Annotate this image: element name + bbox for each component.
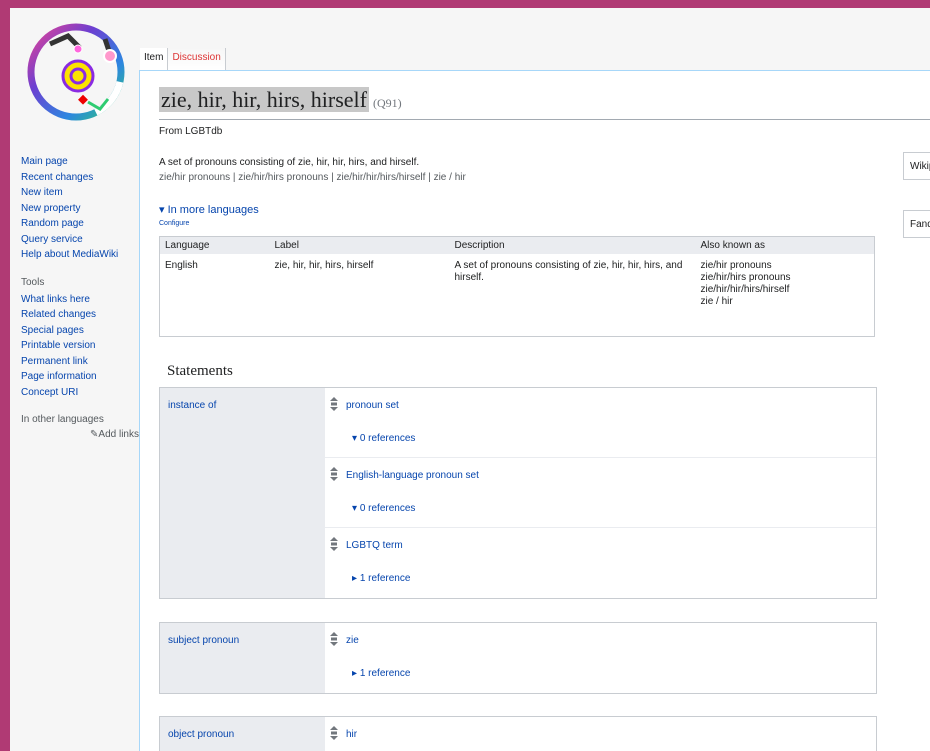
table-row: English zie, hir, hir, hirs, hirself A s… — [160, 254, 875, 336]
sidebar-tools: What links here Related changes Special … — [21, 292, 139, 401]
sidebar-item-related-changes[interactable]: Related changes — [21, 307, 139, 323]
caret-down-icon: ▾ — [352, 433, 360, 444]
column-header-description: Description — [449, 236, 696, 254]
references-label: 0 references — [359, 433, 416, 444]
statement-value: pronoun set ▾ 0 references — [325, 388, 876, 458]
value-link[interactable]: English-language pronoun set — [346, 470, 479, 481]
value-link[interactable]: zie — [346, 635, 359, 646]
statement-values: zie ▸ 1 reference — [325, 623, 876, 693]
sidebar-item-printable-version[interactable]: Printable version — [21, 338, 139, 354]
property-link[interactable]: subject pronoun — [160, 623, 325, 693]
sitelinks-fandom[interactable]: Fandom — [903, 210, 930, 238]
sidebar-item-concept-uri[interactable]: Concept URI — [21, 385, 139, 401]
add-links-button[interactable]: ✎Add links — [21, 429, 139, 440]
in-more-languages-toggle[interactable]: ▾ In more languages — [159, 203, 259, 216]
sidebar-item-new-property[interactable]: New property — [21, 201, 139, 217]
value-link[interactable]: pronoun set — [346, 400, 399, 411]
page-heading: zie, hir, hir, hirs, hirself (Q91) — [159, 87, 930, 120]
languages-heading: In other languages — [21, 414, 104, 425]
alias: zie/hir pronouns — [700, 260, 772, 271]
alias: zie / hir — [700, 296, 733, 307]
property-link[interactable]: object pronoun — [160, 717, 325, 751]
languages-table: Language Label Description Also known as… — [159, 236, 875, 337]
rank-selector-icon[interactable] — [330, 726, 338, 740]
label-cell: zie, hir, hir, hirs, hirself — [274, 260, 374, 271]
column-header-language: Language — [159, 236, 270, 254]
column-header-label: Label — [269, 236, 450, 254]
page-title: zie, hir, hir, hirs, hirself — [159, 87, 369, 112]
sidebar-nav: Main page Recent changes New item New pr… — [21, 154, 139, 263]
references-toggle[interactable]: ▸ 1 reference — [352, 668, 410, 679]
references-toggle[interactable]: ▾ 0 references — [352, 433, 415, 444]
value-link[interactable]: LGBTQ term — [346, 540, 403, 551]
statement-value: zie ▸ 1 reference — [325, 623, 876, 693]
sidebar-item-random-page[interactable]: Random page — [21, 216, 139, 232]
sidebar-item-what-links-here[interactable]: What links here — [21, 292, 139, 308]
rank-selector-icon[interactable] — [330, 632, 338, 646]
table-header-row: Language Label Description Also known as — [159, 236, 875, 254]
column-header-aliases: Also known as — [695, 236, 875, 254]
sidebar: Main page Recent changes New item New pr… — [21, 154, 139, 440]
statement-values: hir — [325, 717, 876, 751]
references-label: 1 reference — [359, 573, 411, 584]
description-cell: A set of pronouns consisting of zie, hir… — [454, 260, 683, 283]
sidebar-item-help[interactable]: Help about MediaWiki — [21, 247, 139, 263]
site-subtitle: From LGBTdb — [159, 126, 223, 137]
references-label: 0 references — [359, 503, 416, 514]
tab-discussion[interactable]: Discussion — [167, 48, 226, 70]
item-id: (Q91) — [372, 96, 402, 110]
rank-selector-icon[interactable] — [330, 537, 338, 551]
property-link[interactable]: instance of — [160, 388, 325, 598]
main-content: zie, hir, hir, hirs, hirself (Q91) From L… — [139, 70, 930, 751]
caret-down-icon: ▾ — [352, 503, 360, 514]
statement-values: pronoun set ▾ 0 references English-langu… — [325, 388, 876, 598]
in-more-languages-label: In more languages — [167, 204, 259, 216]
statement-group: instance of pronoun set ▾ 0 references E… — [159, 387, 877, 599]
sidebar-item-permanent-link[interactable]: Permanent link — [21, 354, 139, 370]
sidebar-item-page-information[interactable]: Page information — [21, 369, 139, 385]
statements-heading: Statements — [167, 363, 233, 379]
caret-right-icon: ▸ — [352, 573, 360, 584]
page-frame: Main page Recent changes New item New pr… — [10, 8, 930, 751]
statement-value: hir — [325, 717, 876, 751]
rank-selector-icon[interactable] — [330, 467, 338, 481]
sidebar-item-new-item[interactable]: New item — [21, 185, 139, 201]
caret-down-icon: ▾ — [159, 204, 168, 216]
statement-value: English-language pronoun set ▾ 0 referen… — [325, 458, 876, 528]
alias: zie/hir/hir/hirs/hirself — [700, 284, 790, 295]
site-logo[interactable] — [20, 14, 132, 126]
statement-group: object pronoun hir — [159, 716, 877, 751]
references-label: 1 reference — [359, 668, 411, 679]
item-aliases: zie/hir pronouns | zie/hir/hirs pronouns… — [159, 172, 466, 183]
alias: zie/hir/hirs pronouns — [700, 272, 791, 283]
statement-value: LGBTQ term ▸ 1 reference — [325, 528, 876, 598]
references-toggle[interactable]: ▾ 0 references — [352, 503, 415, 514]
language-cell: English — [165, 260, 198, 271]
item-description: A set of pronouns consisting of zie, hir… — [159, 157, 420, 168]
aliases-cell: zie/hir pronouns zie/hir/hirs pronouns z… — [696, 254, 875, 336]
tab-item[interactable]: Item — [140, 48, 168, 70]
sidebar-item-main-page[interactable]: Main page — [21, 154, 139, 170]
references-toggle[interactable]: ▸ 1 reference — [352, 573, 410, 584]
configure-link[interactable]: Configure — [159, 220, 189, 227]
sidebar-item-recent-changes[interactable]: Recent changes — [21, 170, 139, 186]
value-link[interactable]: hir — [346, 729, 357, 740]
page-tabs: Item Discussion — [140, 48, 226, 70]
statement-group: subject pronoun zie ▸ 1 reference — [159, 622, 877, 694]
sitelinks-wikipedia[interactable]: Wikipedia — [903, 152, 930, 180]
sidebar-item-query-service[interactable]: Query service — [21, 232, 139, 248]
tools-heading: Tools — [21, 276, 45, 288]
sidebar-item-special-pages[interactable]: Special pages — [21, 323, 139, 339]
add-links-label: Add links — [98, 429, 139, 440]
rank-selector-icon[interactable] — [330, 397, 338, 411]
caret-right-icon: ▸ — [352, 668, 360, 679]
